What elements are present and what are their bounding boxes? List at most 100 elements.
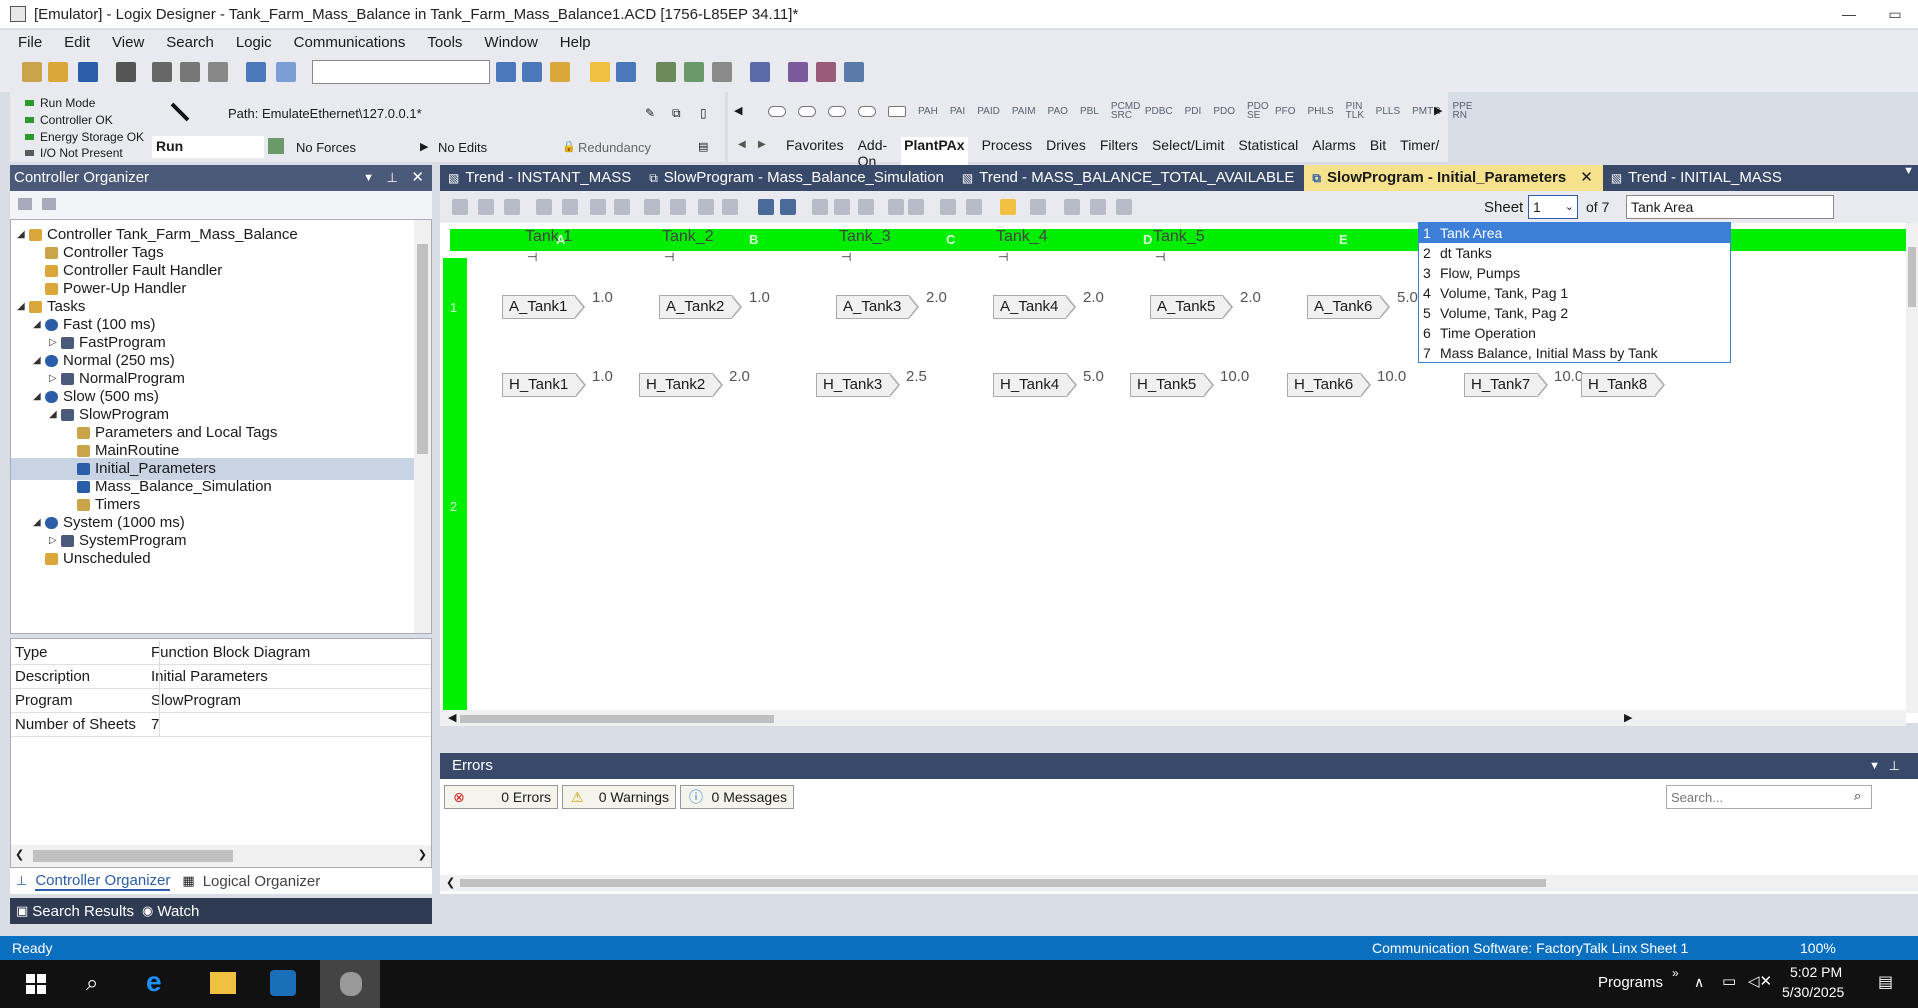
- print-icon[interactable]: [116, 62, 136, 82]
- instr-pdo[interactable]: PDO: [1213, 106, 1235, 117]
- factorytalk-icon[interactable]: [270, 970, 296, 996]
- windows-start-icon[interactable]: [26, 974, 46, 994]
- goto-icon[interactable]: [966, 199, 982, 215]
- instr-pcmd[interactable]: PCMD SRC: [1111, 102, 1140, 121]
- menu-help[interactable]: Help: [560, 34, 591, 51]
- security-icon[interactable]: [750, 62, 770, 82]
- expand-arrow-icon[interactable]: ◢: [49, 404, 61, 426]
- find-prev-icon[interactable]: [496, 62, 516, 82]
- menu-window[interactable]: Window: [484, 34, 537, 51]
- instr-shape-2-icon[interactable]: [798, 105, 816, 117]
- swap-icon[interactable]: [1064, 199, 1080, 215]
- page2-icon[interactable]: [834, 199, 850, 215]
- errors-hscrollbar[interactable]: ❮: [440, 875, 1918, 891]
- sheet-option[interactable]: 4 Volume, Tank, Pag 1: [1419, 283, 1730, 303]
- menu-view[interactable]: View: [112, 34, 144, 51]
- warnings-filter-button[interactable]: ⚠ 0 Warnings: [562, 785, 676, 809]
- doc-tab-initial-parameters[interactable]: ⧉ SlowProgram - Initial_Parameters ✕: [1304, 165, 1603, 191]
- redundancy-icon[interactable]: ▤: [698, 140, 708, 153]
- tree-item[interactable]: Unscheduled: [33, 548, 151, 570]
- redundancy-label[interactable]: Redundancy: [578, 140, 651, 155]
- controller-icon[interactable]: [168, 100, 192, 124]
- mode-field[interactable]: Run: [152, 136, 264, 158]
- input-reference-tag[interactable]: A_Tank5: [1150, 295, 1234, 319]
- instr-scroll-right-icon[interactable]: ▶: [1434, 104, 1442, 117]
- messages-filter-button[interactable]: ⓘ 0 Messages: [680, 785, 794, 809]
- expand-arrow-icon[interactable]: ◢: [33, 350, 45, 372]
- ab-icon[interactable]: [1090, 199, 1106, 215]
- input-reference-tag[interactable]: A_Tank4: [993, 295, 1077, 319]
- instr-pah[interactable]: PAH: [918, 106, 938, 117]
- verify-icon[interactable]: [562, 199, 578, 215]
- cut-icon[interactable]: [152, 62, 172, 82]
- delete-icon[interactable]: [504, 199, 520, 215]
- instr-ppe-rn[interactable]: PPE RN: [1452, 102, 1472, 121]
- upload-icon[interactable]: [684, 62, 704, 82]
- input-reference-tag[interactable]: H_Tank6: [1287, 373, 1372, 397]
- verify-icon[interactable]: [590, 62, 610, 82]
- volume-muted-icon[interactable]: ◁✕: [1748, 972, 1772, 990]
- minimize-button[interactable]: —: [1826, 0, 1872, 28]
- programs-chevron-icon[interactable]: »: [1672, 966, 1679, 980]
- mode-icon[interactable]: [268, 138, 284, 154]
- input-reference-tag[interactable]: A_Tank2: [659, 295, 743, 319]
- doc-tab-trend-instant-mass[interactable]: ▧ Trend - INSTANT_MASS: [440, 165, 641, 191]
- sheet-option[interactable]: 5 Volume, Tank, Pag 2: [1419, 303, 1730, 323]
- organizer-menu-icon[interactable]: ▼: [363, 165, 374, 191]
- tab-scroll-left-icon[interactable]: ◀: [738, 139, 746, 150]
- instr-shape-4-icon[interactable]: [858, 105, 876, 117]
- find-icon[interactable]: [550, 62, 570, 82]
- menu-file[interactable]: File: [18, 34, 42, 51]
- sheet-option[interactable]: 2 dt Tanks: [1419, 243, 1730, 263]
- bookmark-icon[interactable]: [590, 199, 606, 215]
- edge-browser-icon[interactable]: e: [146, 966, 162, 998]
- restore-button[interactable]: ▭: [1872, 0, 1918, 28]
- expand-arrow-icon[interactable]: ◢: [17, 224, 29, 246]
- copy-icon[interactable]: [180, 62, 200, 82]
- tree-icon[interactable]: [616, 62, 636, 82]
- sheet-option[interactable]: 7 Mass Balance, Initial Mass by Tank: [1419, 343, 1730, 363]
- errors-filter-button[interactable]: ⊗ 0 Errors: [444, 785, 558, 809]
- tab-search-results[interactable]: Search Results: [32, 903, 134, 920]
- page3-icon[interactable]: [858, 199, 874, 215]
- instr-shape-3-icon[interactable]: [828, 105, 846, 117]
- instr-plls[interactable]: PLLS: [1376, 106, 1400, 117]
- tab-scroll-right-icon[interactable]: ▶: [758, 139, 766, 150]
- export-icon[interactable]: [908, 199, 924, 215]
- menu-edit[interactable]: Edit: [64, 34, 90, 51]
- save-icon[interactable]: [78, 62, 98, 82]
- instr-paid[interactable]: PAID: [977, 106, 1000, 117]
- module3-icon[interactable]: [844, 62, 864, 82]
- tab-controller-organizer[interactable]: Controller Organizer: [35, 872, 171, 891]
- cancel-edits-icon[interactable]: [722, 199, 738, 215]
- instr-pai[interactable]: PAI: [950, 106, 965, 117]
- open-icon[interactable]: [48, 62, 68, 82]
- input-reference-tag[interactable]: H_Tank2: [639, 373, 724, 397]
- input-reference-tag[interactable]: H_Tank1: [502, 373, 587, 397]
- tree-vscrollbar[interactable]: [414, 220, 431, 633]
- doc-tabs-menu-icon[interactable]: ▼: [1903, 165, 1914, 177]
- zoom-in-icon[interactable]: [758, 199, 774, 215]
- instr-shape-1-icon[interactable]: [768, 105, 786, 117]
- input-reference-tag[interactable]: A_Tank3: [836, 295, 920, 319]
- input-reference-tag[interactable]: A_Tank6: [1307, 295, 1391, 319]
- abcd-icon[interactable]: [1030, 199, 1046, 215]
- expand-arrow-icon[interactable]: ◢: [33, 512, 45, 534]
- clock-time[interactable]: 5:02 PM: [1790, 964, 1842, 980]
- module-icon[interactable]: [788, 62, 808, 82]
- organizer-tool2-icon[interactable]: [42, 198, 56, 210]
- zoom-out-icon[interactable]: [780, 199, 796, 215]
- cross-ref-icon[interactable]: [940, 199, 956, 215]
- canvas-hscrollbar[interactable]: ◀ ▶: [440, 710, 1906, 726]
- organizer-tool1-icon[interactable]: [18, 198, 32, 210]
- organizer-close-icon[interactable]: ✕: [411, 165, 424, 191]
- file-explorer-icon[interactable]: [210, 972, 236, 994]
- forces-label[interactable]: No Forces: [296, 140, 356, 155]
- programs-label[interactable]: Programs: [1598, 974, 1663, 991]
- find-next-icon[interactable]: [522, 62, 542, 82]
- doc-tab-trend-initial-mass[interactable]: ▧ Trend - INITIAL_MASS: [1603, 165, 1792, 191]
- sheet-option[interactable]: 3 Flow, Pumps: [1419, 263, 1730, 283]
- input-reference-tag[interactable]: H_Tank3: [816, 373, 901, 397]
- redo-icon[interactable]: [276, 62, 296, 82]
- instr-pdbc[interactable]: PDBC: [1145, 106, 1173, 117]
